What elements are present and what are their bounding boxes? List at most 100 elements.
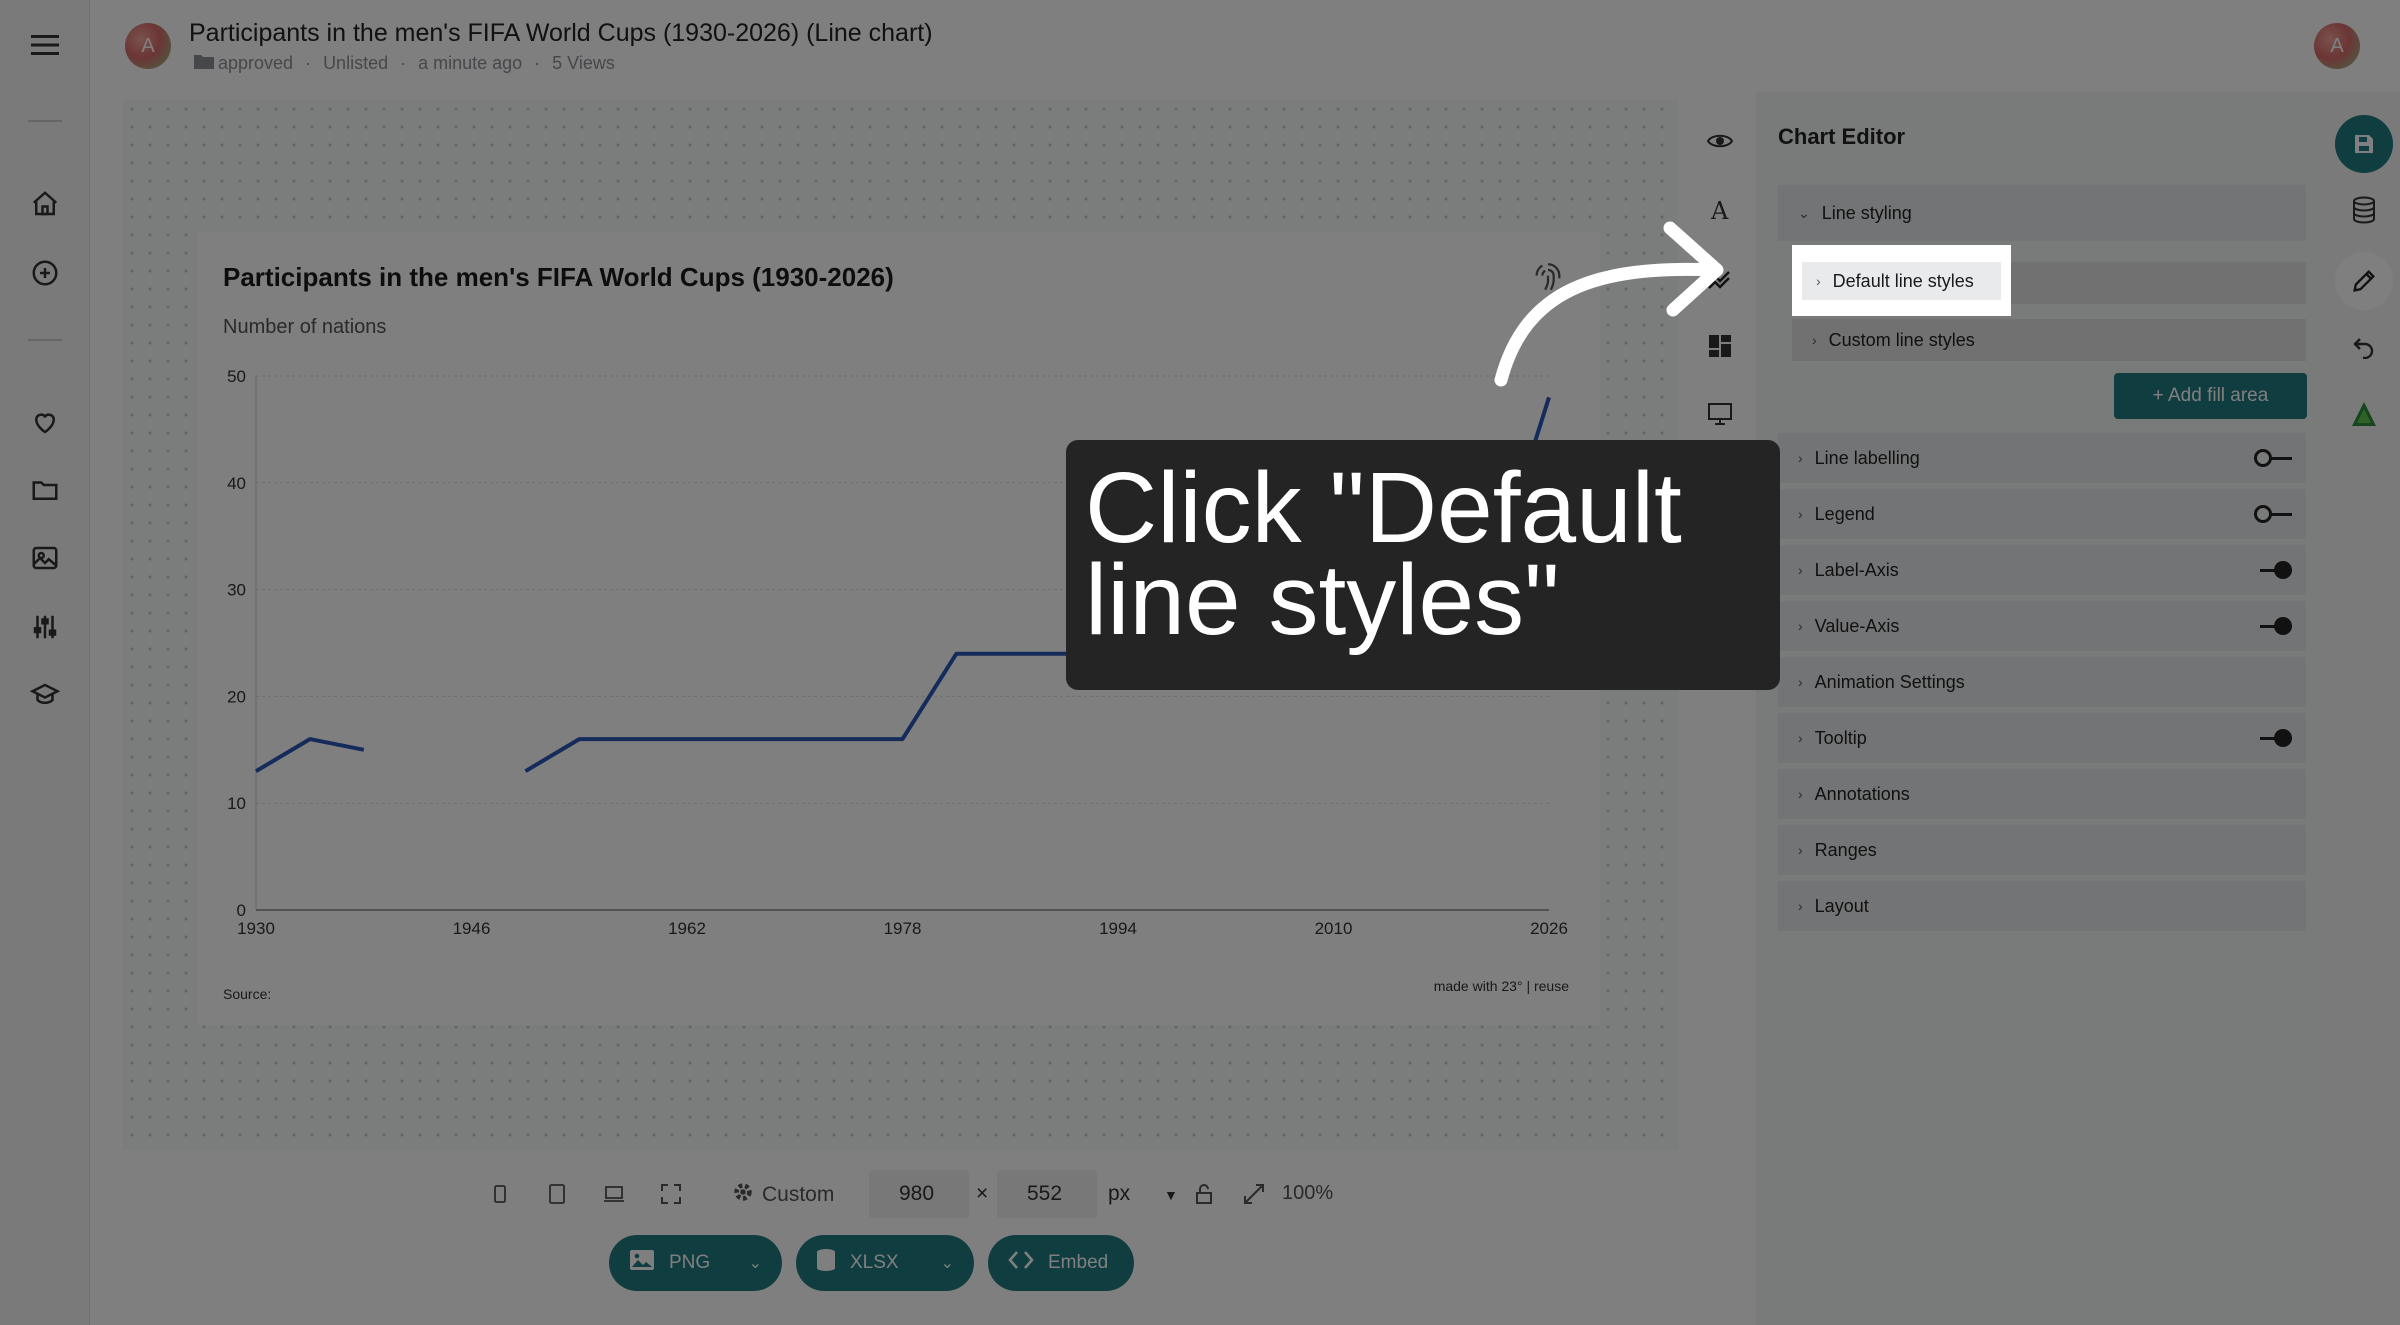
chart-source: Source: bbox=[223, 986, 272, 1002]
caret-down-icon[interactable]: ▼ bbox=[1164, 1187, 1178, 1203]
size-preset[interactable]: Custom bbox=[732, 1181, 834, 1209]
left-sidebar bbox=[0, 0, 90, 1325]
academy-icon[interactable] bbox=[25, 675, 65, 715]
x-tick-label: 1946 bbox=[453, 919, 491, 938]
chevron-right-icon: › bbox=[1798, 450, 1803, 466]
section-ranges[interactable]: › Ranges bbox=[1778, 825, 2306, 875]
chevron-right-icon: › bbox=[1816, 273, 1821, 289]
section-layout[interactable]: › Layout bbox=[1778, 881, 2306, 931]
height-input[interactable]: 552 bbox=[997, 1170, 1097, 1218]
section-label: Label-Axis bbox=[1814, 559, 1899, 580]
chevron-right-icon: › bbox=[1798, 898, 1803, 914]
section-label: Line styling bbox=[1821, 202, 1912, 223]
updated-time: a minute ago bbox=[418, 53, 523, 73]
chevron-down-icon[interactable]: ⌄ bbox=[749, 1253, 762, 1273]
x-tick-label: 2010 bbox=[1315, 919, 1353, 938]
value-axis-toggle[interactable] bbox=[2254, 617, 2292, 635]
section-line-labelling[interactable]: › Line labelling bbox=[1778, 433, 2306, 483]
section-label: Legend bbox=[1814, 503, 1875, 524]
chevron-down-icon[interactable]: ⌄ bbox=[941, 1253, 954, 1273]
export-xlsx-button[interactable]: XLSX ⌄ bbox=[796, 1235, 974, 1291]
section-legend[interactable]: › Legend bbox=[1778, 489, 2306, 539]
image-icon[interactable] bbox=[25, 538, 65, 578]
chevron-right-icon: › bbox=[1798, 674, 1803, 690]
hamburger-menu-icon[interactable] bbox=[25, 25, 65, 65]
user-avatar[interactable]: A bbox=[2314, 23, 2360, 69]
section-tooltip[interactable]: › Tooltip bbox=[1778, 713, 2306, 763]
add-fill-area-button[interactable]: + Add fill area bbox=[2114, 373, 2307, 419]
x-tick-label: 1962 bbox=[668, 919, 706, 938]
section-label-axis[interactable]: › Label-Axis bbox=[1778, 545, 2306, 595]
section-label: Line labelling bbox=[1814, 447, 1920, 468]
resize-icon[interactable] bbox=[1240, 1180, 1268, 1208]
chevron-right-icon: › bbox=[1798, 786, 1803, 802]
highlighted-default-line-styles[interactable]: › Default line styles bbox=[1792, 245, 2011, 316]
database-icon[interactable] bbox=[2341, 187, 2387, 233]
x-tick-label: 1930 bbox=[237, 919, 275, 938]
x-tick-label: 2026 bbox=[1530, 919, 1568, 938]
section-line-styling[interactable]: ⌄ Line styling bbox=[1778, 185, 2306, 241]
tablet-icon[interactable] bbox=[543, 1180, 571, 1208]
home-icon[interactable] bbox=[25, 184, 65, 224]
y-tick-label: 40 bbox=[227, 474, 246, 493]
page-title: Participants in the men's FIFA World Cup… bbox=[189, 19, 933, 47]
eye-icon[interactable] bbox=[1702, 123, 1738, 159]
tree-icon[interactable] bbox=[2341, 392, 2387, 438]
made-with-credit[interactable]: made with 23° | reuse bbox=[1434, 978, 1569, 994]
database-icon bbox=[816, 1248, 836, 1278]
gear-icon bbox=[732, 1181, 754, 1209]
line-labelling-toggle[interactable] bbox=[2254, 449, 2292, 467]
y-tick-label: 20 bbox=[227, 687, 246, 706]
y-tick-label: 0 bbox=[237, 901, 246, 920]
folder-icon[interactable] bbox=[25, 470, 65, 510]
tooltip-toggle[interactable] bbox=[2254, 729, 2292, 747]
save-icon[interactable] bbox=[2335, 115, 2393, 173]
laptop-icon[interactable] bbox=[600, 1180, 628, 1208]
unit-select[interactable]: px bbox=[1108, 1182, 1130, 1206]
right-rail bbox=[2327, 92, 2400, 1325]
visibility-status: Unlisted bbox=[323, 53, 389, 73]
section-animation-settings[interactable]: › Animation Settings bbox=[1778, 657, 2306, 707]
sidebar-divider bbox=[28, 339, 62, 341]
subsection-custom-line-styles[interactable]: › Custom line styles bbox=[1792, 319, 2306, 361]
section-label: Layout bbox=[1814, 895, 1869, 916]
tutorial-arrow-icon bbox=[1494, 221, 1724, 387]
embed-button[interactable]: Embed bbox=[988, 1235, 1134, 1291]
chevron-right-icon: › bbox=[1798, 618, 1803, 634]
legend-toggle[interactable] bbox=[2254, 505, 2292, 523]
section-annotations[interactable]: › Annotations bbox=[1778, 769, 2306, 819]
meta-separator: · bbox=[534, 53, 541, 73]
section-label: Value-Axis bbox=[1814, 615, 1900, 636]
subsection-label: Custom line styles bbox=[1828, 329, 1975, 350]
export-png-label: PNG bbox=[669, 1252, 711, 1273]
label-axis-toggle[interactable] bbox=[2254, 561, 2292, 579]
meta-separator: · bbox=[400, 53, 407, 73]
y-tick-label: 10 bbox=[227, 794, 246, 813]
default-line-styles-item[interactable]: › Default line styles bbox=[1802, 262, 2001, 300]
pencil-edit-icon[interactable] bbox=[2335, 252, 2393, 310]
zoom-level[interactable]: 100% bbox=[1282, 1182, 1333, 1205]
undo-icon[interactable] bbox=[2341, 324, 2387, 370]
tutorial-tooltip: Click "Default line styles" bbox=[1066, 440, 1780, 690]
chevron-right-icon: › bbox=[1798, 730, 1803, 746]
phone-icon[interactable] bbox=[486, 1180, 514, 1208]
series-line[interactable] bbox=[254, 737, 365, 773]
export-png-button[interactable]: PNG ⌄ bbox=[609, 1235, 782, 1291]
sliders-icon[interactable] bbox=[25, 607, 65, 647]
chevron-right-icon: › bbox=[1798, 562, 1803, 578]
export-xlsx-label: XLSX bbox=[850, 1252, 899, 1273]
y-tick-label: 30 bbox=[227, 581, 246, 600]
section-label: Ranges bbox=[1814, 839, 1877, 860]
heart-icon[interactable] bbox=[25, 402, 65, 442]
fullscreen-icon[interactable] bbox=[657, 1180, 685, 1208]
chart-editor-title: Chart Editor bbox=[1778, 124, 1906, 149]
chart-owner-avatar[interactable]: A bbox=[125, 23, 171, 69]
section-value-axis[interactable]: › Value-Axis bbox=[1778, 601, 2306, 651]
add-circle-icon[interactable] bbox=[25, 253, 65, 293]
folder-name[interactable]: approved bbox=[218, 53, 293, 74]
image-icon bbox=[629, 1249, 655, 1277]
presentation-icon[interactable] bbox=[1702, 396, 1738, 432]
embed-label: Embed bbox=[1048, 1252, 1109, 1273]
lock-icon[interactable] bbox=[1190, 1180, 1218, 1208]
width-input[interactable]: 980 bbox=[869, 1170, 969, 1218]
